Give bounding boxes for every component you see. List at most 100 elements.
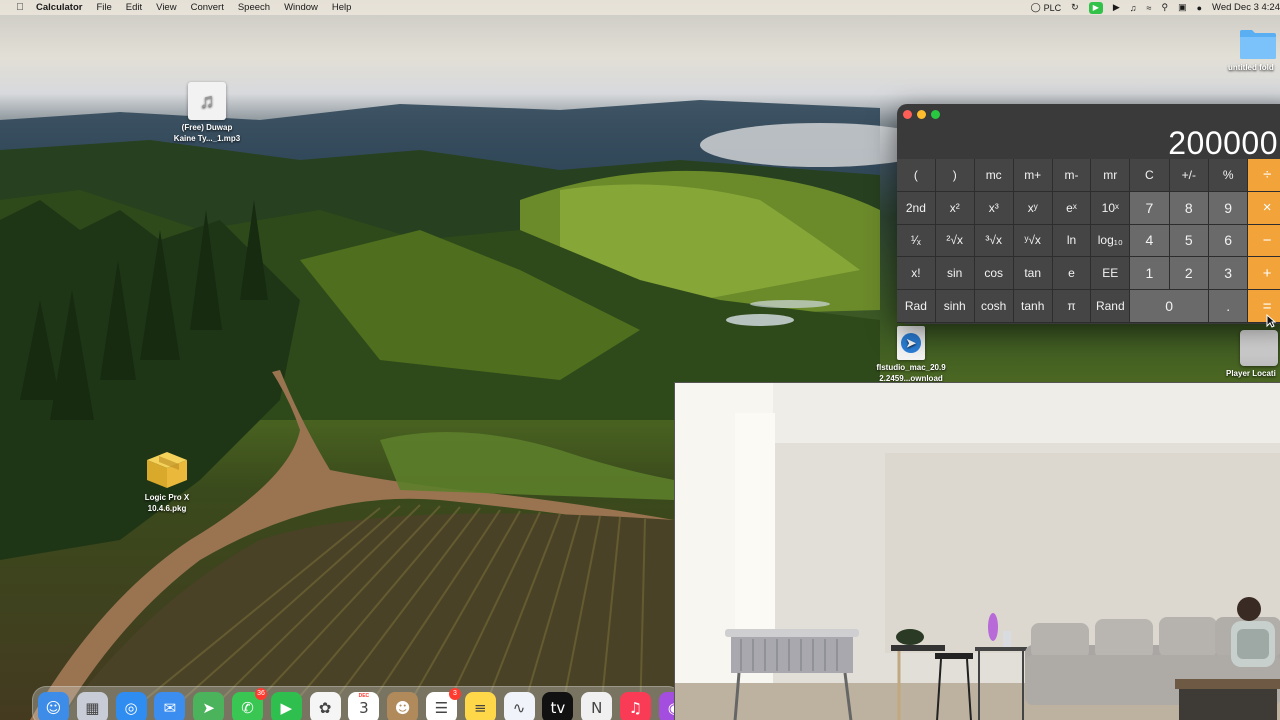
play-icon[interactable]: ▶: [1113, 2, 1120, 13]
sync-icon[interactable]: ↻: [1071, 2, 1079, 13]
calc-key[interactable]: sinh: [935, 290, 975, 323]
calc-key[interactable]: %: [1209, 159, 1249, 192]
calc-key[interactable]: x²: [935, 191, 975, 225]
desktop-icon-logic-pkg[interactable]: Logic Pro X 10.4.6.pkg: [128, 450, 206, 514]
desktop-icon-player-location[interactable]: Player Locati: [1226, 330, 1280, 380]
desktop-icon-label: (Free) Duwap: [181, 123, 233, 132]
calc-key[interactable]: 9: [1209, 191, 1249, 225]
calc-key[interactable]: ÷: [1248, 159, 1280, 192]
calc-key[interactable]: cosh: [974, 290, 1014, 323]
calc-key[interactable]: 7: [1130, 191, 1170, 225]
calc-key[interactable]: 0: [1130, 290, 1209, 323]
control-center-icon[interactable]: ▣: [1178, 2, 1187, 13]
calc-key[interactable]: m+: [1013, 159, 1053, 192]
menu-edit[interactable]: Edit: [126, 2, 142, 13]
music-icon[interactable]: ♫: [620, 692, 651, 720]
calc-key[interactable]: +/-: [1169, 159, 1209, 192]
calc-key[interactable]: ³√x: [974, 224, 1014, 258]
maps-glyph: ➤: [202, 698, 215, 717]
calc-key[interactable]: mr: [1091, 159, 1131, 192]
calc-key[interactable]: e: [1052, 257, 1092, 291]
calc-key[interactable]: tanh: [1013, 290, 1053, 323]
photos-icon[interactable]: ✿: [309, 692, 341, 720]
messages-icon[interactable]: ✆ 36: [232, 688, 267, 720]
wifi-icon[interactable]: ≈: [1147, 3, 1152, 13]
calc-key[interactable]: 4: [1130, 224, 1170, 258]
calc-key[interactable]: +: [1248, 257, 1280, 291]
reminders-icon[interactable]: ☰ 3: [426, 688, 461, 720]
freeform-icon[interactable]: ∿: [503, 692, 535, 720]
calendar-icon[interactable]: 3 DEC: [348, 692, 380, 720]
facetime-status-icon[interactable]: ▶: [1088, 1, 1103, 14]
calc-key[interactable]: mc: [974, 159, 1014, 192]
calc-key[interactable]: eˣ: [1052, 191, 1092, 225]
calc-key[interactable]: 5: [1169, 224, 1209, 258]
calc-key[interactable]: xʸ: [1013, 191, 1053, 225]
menu-window[interactable]: Window: [284, 2, 318, 13]
calc-key[interactable]: log₁₀: [1091, 224, 1131, 258]
calc-key[interactable]: 10ˣ: [1091, 191, 1131, 225]
safari-icon[interactable]: ◎: [115, 692, 147, 720]
calc-key[interactable]: 6: [1209, 224, 1249, 258]
music-file-icon: ♫: [188, 82, 226, 120]
minimize-icon[interactable]: [917, 110, 926, 119]
desktop-icon-mp3[interactable]: ♫ (Free) Duwap Kaine Ty..._1.mp3: [165, 82, 249, 144]
calculator-titlebar[interactable]: [897, 104, 1280, 124]
menu-app-name[interactable]: Calculator: [36, 2, 82, 13]
plc-status[interactable]: PLC: [1044, 3, 1062, 13]
calc-key[interactable]: ): [935, 159, 975, 192]
calc-key[interactable]: Rad: [897, 290, 936, 323]
calc-key[interactable]: (: [897, 159, 936, 192]
calc-key[interactable]: ln: [1052, 224, 1092, 258]
shield-icon[interactable]: ◯: [1031, 2, 1041, 13]
calc-key[interactable]: m-: [1052, 159, 1092, 192]
finder-icon[interactable]: ☺: [38, 692, 69, 720]
messages-glyph: ✆: [241, 698, 254, 717]
calc-key[interactable]: −: [1248, 224, 1280, 258]
calc-key[interactable]: π: [1052, 290, 1092, 323]
calc-key[interactable]: ¹⁄ₓ: [897, 224, 936, 258]
notes-icon[interactable]: ≡: [464, 692, 496, 720]
desktop-icon-flstudio[interactable]: ➤ flstudio_mac_20.9 2.2459...ownload: [866, 326, 956, 384]
headphones-icon[interactable]: ♫: [1130, 3, 1137, 13]
desktop-icon-untitled-folder[interactable]: untitled fold: [1228, 28, 1280, 74]
mail-icon[interactable]: ✉: [154, 692, 186, 720]
calc-key[interactable]: cos: [974, 257, 1014, 291]
calc-key[interactable]: C: [1130, 159, 1170, 192]
apple-icon[interactable]: : [13, 2, 27, 13]
menu-speech[interactable]: Speech: [238, 2, 270, 13]
mouse-cursor-icon: [1266, 313, 1277, 333]
search-icon[interactable]: ⚲: [1162, 2, 1169, 13]
calc-key[interactable]: x³: [974, 191, 1014, 225]
contacts-glyph: ☻: [394, 698, 411, 717]
menu-clock[interactable]: Wed Dec 3 4:24: [1212, 2, 1280, 13]
calc-key[interactable]: ×: [1248, 191, 1280, 225]
facetime-icon[interactable]: ▶: [270, 692, 302, 720]
contacts-icon[interactable]: ☻: [387, 692, 419, 720]
calc-key[interactable]: ²√x: [935, 224, 975, 258]
calc-key[interactable]: Rand: [1091, 290, 1131, 323]
calc-key[interactable]: x!: [897, 257, 936, 291]
appletv-icon[interactable]: tv: [542, 692, 574, 720]
calc-key[interactable]: 3: [1209, 257, 1249, 291]
launchpad-icon[interactable]: ▦: [76, 692, 108, 720]
zoom-icon[interactable]: [931, 110, 940, 119]
calc-key[interactable]: 2: [1169, 257, 1209, 291]
calc-key[interactable]: ʸ√x: [1013, 224, 1053, 258]
menu-file[interactable]: File: [96, 2, 111, 13]
menu-help[interactable]: Help: [332, 2, 352, 13]
calc-key[interactable]: EE: [1091, 257, 1131, 291]
menu-view[interactable]: View: [156, 2, 176, 13]
notification-badge: 3: [449, 688, 461, 700]
calc-key[interactable]: sin: [935, 257, 975, 291]
close-icon[interactable]: [903, 110, 912, 119]
calc-key[interactable]: 1: [1130, 257, 1170, 291]
calc-key[interactable]: .: [1209, 290, 1249, 323]
siri-icon[interactable]: ●: [1197, 3, 1202, 13]
menu-convert[interactable]: Convert: [191, 2, 224, 13]
news-icon[interactable]: N: [581, 692, 613, 720]
calc-key[interactable]: 2nd: [897, 191, 936, 225]
calc-key[interactable]: tan: [1013, 257, 1053, 291]
maps-icon[interactable]: ➤: [193, 692, 225, 720]
calc-key[interactable]: 8: [1169, 191, 1209, 225]
